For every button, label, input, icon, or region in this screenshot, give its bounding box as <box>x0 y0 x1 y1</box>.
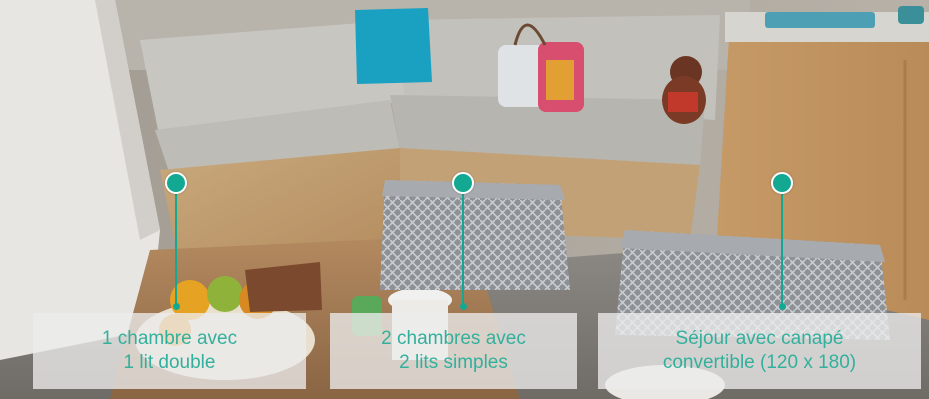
feature-label-living-room: Séjour avec canapé convertible (120 x 18… <box>598 313 921 389</box>
hotspot-dot-icon[interactable] <box>771 172 793 194</box>
hotspot-line <box>781 194 783 306</box>
hotspot-dot-icon[interactable] <box>165 172 187 194</box>
feature-label-line1: 1 chambre avec <box>101 328 238 349</box>
hotspot-dot-icon[interactable] <box>452 172 474 194</box>
feature-label-line2: convertible (120 x 180) <box>662 352 857 373</box>
mobile-home-interior: 1 chambre avec 1 lit double 2 chambres a… <box>0 0 929 399</box>
feature-label-line1: Séjour avec canapé <box>675 328 844 349</box>
feature-label-line1: 2 chambres avec <box>381 328 526 349</box>
hotspot-line <box>462 194 464 306</box>
hotspot-line-end <box>778 303 786 310</box>
feature-label-line2: 1 lit double <box>123 352 216 373</box>
hotspot-line-end <box>172 303 180 310</box>
hotspot-line-end <box>459 303 467 310</box>
feature-label-bedroom-double: 1 chambre avec 1 lit double <box>33 313 306 389</box>
hotspot-line <box>175 194 177 306</box>
feature-label-line2: 2 lits simples <box>399 352 508 373</box>
feature-label-bedrooms-twin: 2 chambres avec 2 lits simples <box>330 313 577 389</box>
